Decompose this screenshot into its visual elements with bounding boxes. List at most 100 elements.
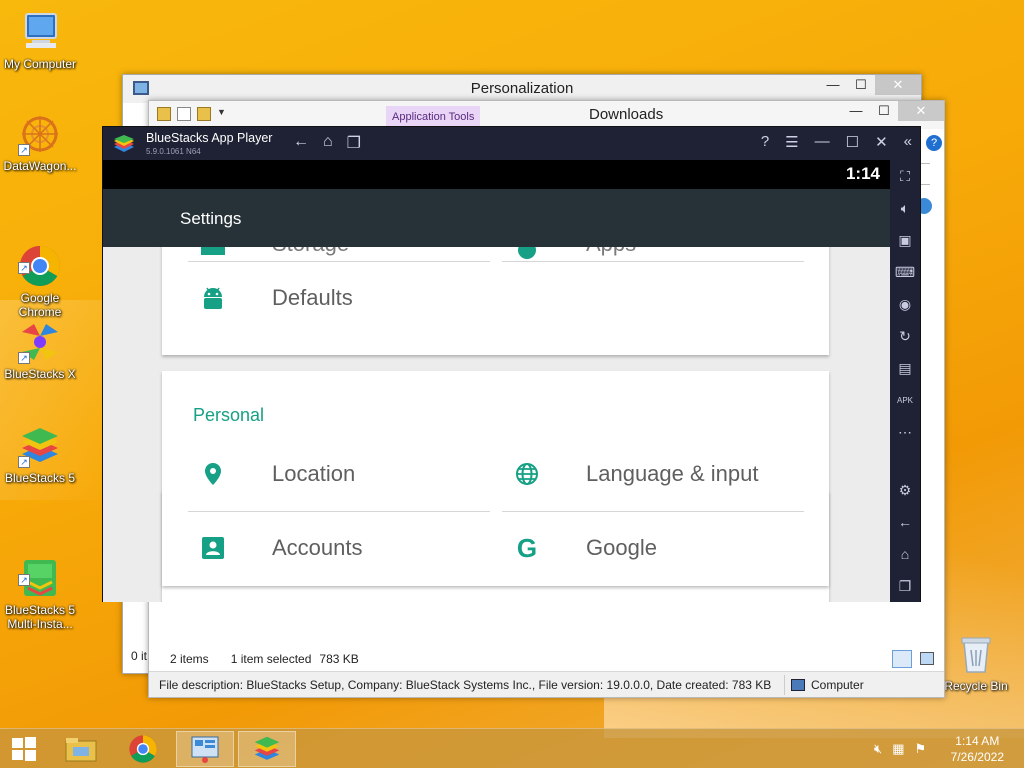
computer-icon	[791, 678, 805, 691]
details-description: File description: BlueStacks Setup, Comp…	[159, 677, 772, 692]
large-icons-view-button[interactable]	[920, 652, 934, 665]
chrome-icon	[129, 735, 157, 763]
divider	[502, 261, 804, 262]
account-icon	[200, 535, 226, 561]
volume-icon[interactable]: 🔈︎	[890, 192, 920, 224]
more-icon[interactable]: ⋯	[890, 416, 920, 448]
desktop-icon-google-chrome[interactable]: ↗ Google Chrome	[0, 216, 80, 333]
chrome-icon: ↗	[18, 230, 62, 286]
clock-time: 1:14 AM	[955, 734, 1000, 748]
desktop-icon-my-computer[interactable]: My Computer	[0, 10, 80, 71]
clock-date: 7/26/2022	[950, 750, 1004, 764]
settings-item-apps[interactable]: Apps	[514, 247, 636, 259]
volume-muted-icon[interactable]: 🔇︎	[874, 741, 882, 757]
android-clock: 1:14	[845, 164, 880, 183]
network-icon[interactable]: ▦	[892, 741, 904, 757]
bluestacks-titlebar[interactable]: BlueStacks App Player 5.9.0.1061 N64 ← ⌂…	[103, 127, 920, 160]
minimize-button[interactable]: —	[819, 75, 847, 95]
settings-item-storage[interactable]: Storage	[200, 247, 349, 257]
home-icon[interactable]: ⌂	[323, 133, 333, 153]
close-button[interactable]: ✕	[898, 101, 944, 121]
minimize-button[interactable]: —	[815, 133, 830, 151]
new-folder-icon[interactable]	[197, 107, 211, 121]
desktop-icon-recycle-bin[interactable]: Recycle Bin	[936, 632, 1016, 693]
personal-settings-card-main: Personal Location Language & input Accou	[162, 371, 829, 586]
details-location: Computer	[811, 677, 864, 692]
personalization-window-icon	[133, 81, 149, 95]
apk-icon[interactable]: APK	[890, 384, 920, 416]
minimize-button[interactable]: —	[842, 101, 870, 121]
back-icon[interactable]: ←	[890, 506, 920, 538]
search-box-edge[interactable]	[920, 163, 930, 185]
settings-item-location[interactable]: Location	[200, 461, 355, 487]
desktop-icon-label: BlueStacks 5 Multi-Insta...	[4, 603, 76, 631]
collapse-sidebar-icon[interactable]: «	[904, 133, 912, 151]
desktop-icon-label: Google Chrome	[18, 291, 62, 319]
google-icon: G	[516, 532, 538, 563]
home-icon[interactable]: ⌂	[890, 538, 920, 570]
settings-item-google[interactable]: G Google	[514, 532, 657, 563]
divider	[188, 511, 490, 512]
chevron-down-icon[interactable]: ▼	[217, 107, 226, 121]
close-button[interactable]: ✕	[875, 75, 921, 95]
personalization-titlebar[interactable]: Personalization — ☐ ✕	[123, 75, 921, 103]
folder-icon[interactable]	[157, 107, 171, 121]
taskbar-bluestacks[interactable]	[238, 731, 296, 767]
macro-icon[interactable]: ▣	[890, 224, 920, 256]
bluestacks-window[interactable]: BlueStacks App Player 5.9.0.1061 N64 ← ⌂…	[102, 126, 921, 602]
taskbar-control-panel[interactable]	[176, 731, 234, 767]
windows-logo-icon	[12, 737, 36, 761]
maximize-button[interactable]: ☐	[847, 75, 875, 95]
record-icon[interactable]: ◉	[890, 288, 920, 320]
desktop-icon-bluestacks-multi-instance[interactable]: ↗ BlueStacks 5 Multi-Insta...	[0, 528, 80, 645]
apps-icon	[514, 247, 540, 259]
settings-item-language-input[interactable]: Language & input	[514, 461, 759, 487]
taskbar-clock[interactable]: 1:14 AM 7/26/2022	[951, 733, 1004, 765]
bluestacks-title: BlueStacks App Player	[146, 131, 273, 145]
camera-icon[interactable]: ▤	[890, 352, 920, 384]
settings-app-bar: Settings	[103, 189, 890, 247]
shortcut-arrow-icon: ↗	[18, 144, 30, 156]
back-arrow-icon[interactable]: ←	[293, 133, 309, 153]
desktop-icon-bluestacks-x[interactable]: ↗ BlueStacks X	[0, 320, 80, 381]
help-icon[interactable]: ?	[926, 135, 942, 151]
rotate-icon[interactable]: ↻	[890, 320, 920, 352]
shortcut-arrow-icon: ↗	[18, 574, 30, 586]
divider	[188, 261, 490, 262]
shortcut-arrow-icon: ↗	[18, 262, 30, 274]
storage-icon	[200, 247, 226, 257]
help-icon[interactable]: ?	[761, 133, 769, 151]
action-center-icon[interactable]: ⚑	[915, 741, 927, 757]
details-view-button[interactable]	[892, 650, 912, 668]
maximize-button[interactable]: ☐	[870, 101, 898, 121]
settings-item-accounts[interactable]: Accounts	[200, 535, 363, 561]
start-button[interactable]	[0, 731, 48, 767]
taskbar-chrome[interactable]	[114, 731, 172, 767]
multitask-icon[interactable]: ❐	[347, 133, 361, 153]
keyboard-icon[interactable]: ⌨	[890, 256, 920, 288]
device-settings-card: Storage Apps Defaults	[162, 247, 829, 355]
bluestacks-version: 5.9.0.1061 N64	[146, 147, 201, 156]
desktop-icon-label: DataWagon...	[3, 159, 77, 173]
multi-instance-icon: ↗	[18, 542, 62, 596]
quick-access-toolbar: ▼	[157, 107, 226, 121]
maximize-button[interactable]: ☐	[846, 133, 859, 151]
desktop-icon-datawagon[interactable]: ↗ DataWagon...	[0, 112, 80, 173]
taskbar-file-explorer[interactable]	[52, 731, 110, 767]
fullscreen-icon[interactable]: ⛶	[890, 160, 920, 192]
close-button[interactable]: ✕	[875, 133, 888, 151]
menu-icon[interactable]: ☰	[785, 133, 798, 151]
downloads-titlebar[interactable]: ▼ Application Tools Downloads — ☐ ✕	[149, 101, 944, 129]
status-item-count: 2 items	[170, 652, 209, 666]
settings-icon[interactable]: ⚙	[890, 474, 920, 506]
android-status-bar: 1:14	[103, 160, 890, 189]
desktop-icon-bluestacks-5[interactable]: ↗ BlueStacks 5	[0, 424, 80, 485]
properties-icon[interactable]	[177, 107, 191, 121]
settings-item-defaults[interactable]: Defaults	[200, 285, 353, 311]
recents-icon[interactable]: ❐	[890, 570, 920, 602]
computer-icon	[18, 10, 62, 54]
downloads-status-bar: 2 items 1 item selected 783 KB	[149, 649, 944, 669]
desktop-icon-label: BlueStacks 5	[4, 471, 76, 485]
desktop-icon-label: Recycle Bin	[944, 679, 1008, 693]
settings-content[interactable]: Storage Apps Defaults Personal	[103, 247, 890, 602]
